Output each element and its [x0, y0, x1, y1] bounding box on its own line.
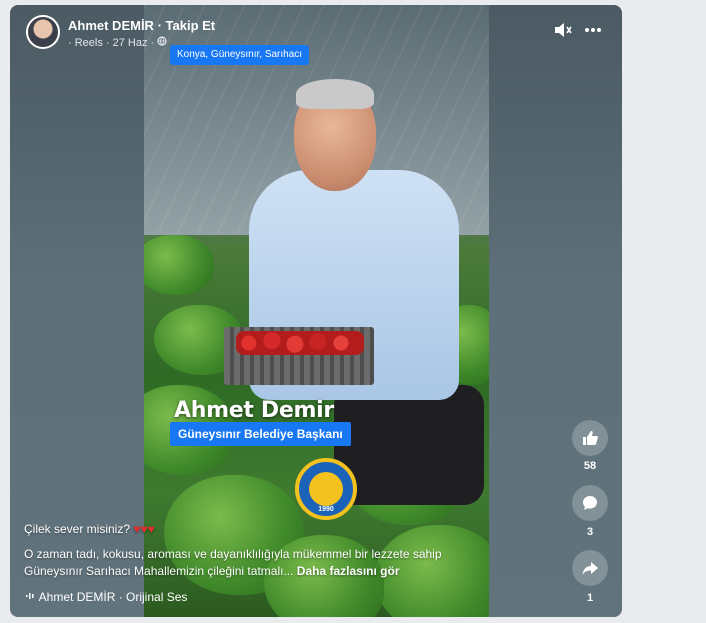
comment-count: 3 [586, 526, 594, 538]
follow-button[interactable]: Takip Et [166, 18, 216, 33]
municipality-logo: 1990 [295, 458, 357, 520]
strawberries [236, 331, 364, 355]
heart-emoji: ♥♥♥ [133, 522, 155, 536]
author-avatar[interactable] [26, 15, 60, 49]
share-arrow-icon [582, 562, 598, 575]
caption-line-2: O zaman tadı, kokusu, aroması ve dayanık… [24, 547, 442, 561]
more-dots-icon[interactable] [584, 21, 602, 44]
leaf [144, 235, 214, 295]
logo-year: 1990 [318, 506, 334, 513]
speaker-muted-icon[interactable] [553, 21, 573, 44]
person-hair [296, 79, 374, 109]
share-button[interactable] [572, 550, 608, 586]
globe-icon [157, 36, 167, 49]
like-button[interactable] [572, 420, 608, 456]
logo-emblem [309, 472, 343, 506]
overlay-title: Güneysınır Belediye Başkanı [170, 422, 351, 446]
post-meta: · Reels · 27 Haz · [68, 36, 167, 49]
audio-attribution[interactable]: Ahmet DEMİR · Orijinal Ses [26, 590, 187, 604]
see-more-link[interactable]: Daha fazlasını gör [297, 564, 400, 578]
post-meta-text[interactable]: · Reels · 27 Haz · [68, 37, 154, 49]
separator: · [157, 18, 166, 33]
audio-wave-icon [26, 590, 39, 604]
comment-bubble-icon [583, 496, 597, 510]
location-tag: Konya, Güneysınır, Sarıhacı [170, 45, 310, 65]
author-line: Ahmet DEMİR · Takip Et [68, 18, 215, 33]
like-count: 58 [583, 460, 597, 472]
reel-card[interactable]: Konya, Güneysınır, Sarıhacı Ahmet Demir … [10, 5, 622, 617]
comment-button[interactable] [572, 485, 608, 521]
overlay-name: Ahmet Demir [174, 398, 334, 423]
caption-line-3: Güneysınır Sarıhacı Mahallemizin çileğin… [24, 563, 400, 580]
share-count: 1 [586, 592, 594, 604]
caption-text: Çilek sever misiniz? [24, 522, 131, 536]
author-name[interactable]: Ahmet DEMİR [68, 18, 154, 33]
caption-line-1: Çilek sever misiniz? ♥♥♥ [24, 521, 155, 538]
page: Konya, Güneysınır, Sarıhacı Ahmet Demir … [0, 0, 706, 623]
thumbs-up-icon [583, 431, 598, 445]
audio-label: Ahmet DEMİR · Orijinal Ses [38, 590, 188, 604]
reel-video[interactable]: Konya, Güneysınır, Sarıhacı Ahmet Demir … [144, 5, 489, 617]
caption-text: Güneysınır Sarıhacı Mahallemizin çileğin… [24, 564, 294, 578]
